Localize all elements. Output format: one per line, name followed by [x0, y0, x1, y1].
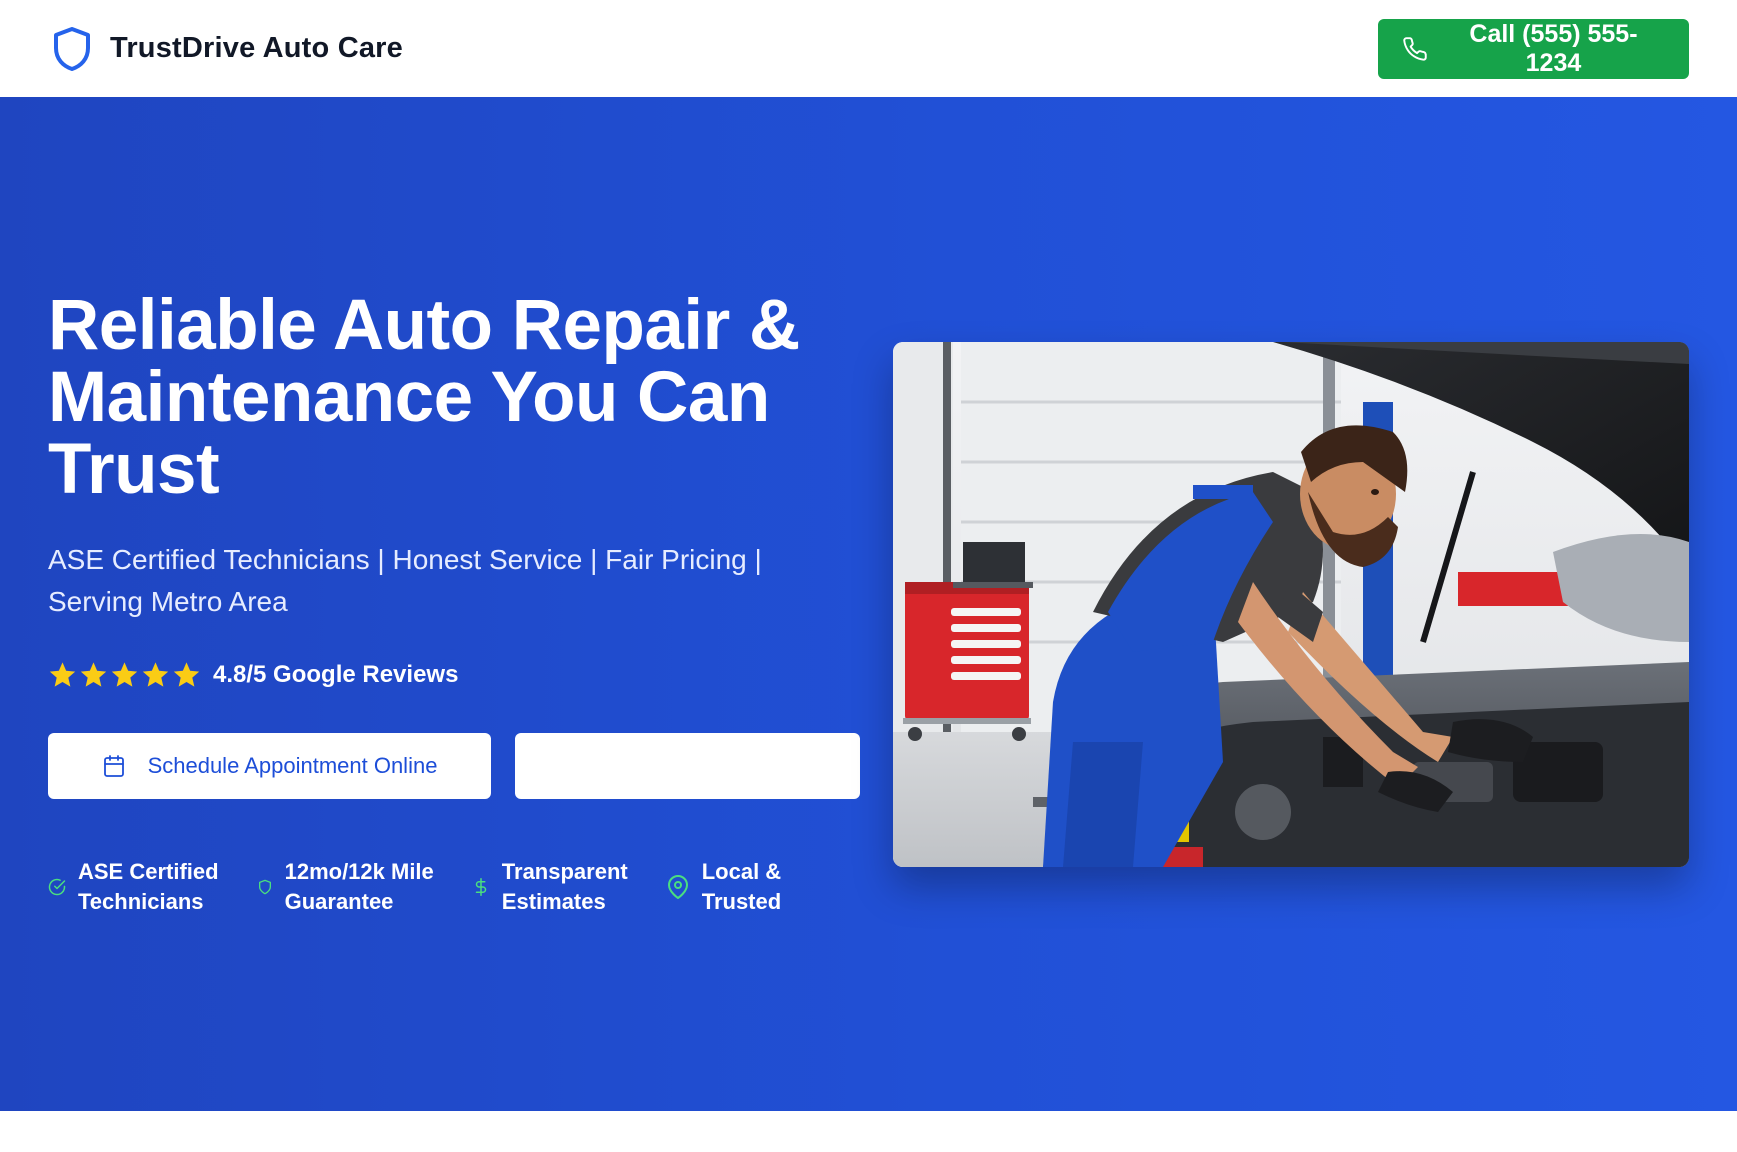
badge-line: Trusted — [701, 889, 782, 914]
star-icon — [80, 662, 107, 687]
badge-line: ASE Certified — [78, 859, 219, 884]
badge-line: Transparent — [501, 859, 628, 884]
badge-ase-certified: ASE Certified Technicians — [48, 857, 219, 917]
badge-text: Local & Trusted — [702, 857, 781, 917]
badge-line: 12mo/12k Mile — [284, 859, 434, 884]
hero-subtitle-line: ASE Certified Technicians | Honest Servi… — [48, 544, 762, 575]
hero-title: Reliable Auto Repair & Maintenance You C… — [48, 290, 868, 506]
badge-local-trusted: Local & Trusted — [666, 857, 781, 917]
calendar-icon — [103, 755, 124, 777]
cta-row: Schedule Appointment Online — [48, 733, 860, 799]
dollar-icon — [475, 878, 486, 896]
map-pin-icon — [667, 875, 688, 899]
star-icon — [111, 662, 138, 687]
call-button[interactable]: Call (555) 555-1234 — [1378, 18, 1689, 79]
schedule-appointment-label: Schedule Appointment Online — [147, 753, 438, 778]
call-button-label: Call (555) 555-1234 — [1469, 19, 1638, 77]
badge-transparent-estimates: Transparent Estimates — [472, 857, 628, 917]
rating: 4.8/5 Google Reviews — [48, 660, 458, 689]
phone-icon — [1403, 36, 1427, 61]
hero-subtitle-line: Serving Metro Area — [48, 586, 288, 617]
badge-line: Guarantee — [284, 889, 394, 914]
mechanic-illustration — [893, 342, 1689, 867]
shield-icon — [258, 879, 271, 895]
hero-title-line: Reliable Auto Repair & — [48, 286, 800, 365]
star-icon — [142, 662, 169, 687]
hero-title-line: Maintenance You Can — [48, 358, 770, 437]
badge-guarantee: 12mo/12k Mile Guarantee — [257, 857, 434, 917]
hero-mechanic-image — [893, 342, 1689, 867]
hero-subtitle: ASE Certified Technicians | Honest Servi… — [48, 539, 808, 623]
star-icon — [49, 662, 76, 687]
badge-text: ASE Certified Technicians — [78, 857, 219, 917]
brand-name: TrustDrive Auto Care — [110, 32, 403, 64]
shield-icon — [54, 26, 90, 71]
brand[interactable]: TrustDrive Auto Care — [52, 26, 403, 72]
secondary-cta-button[interactable] — [515, 733, 860, 799]
trust-badges: ASE Certified Technicians 12mo/12k Mile … — [48, 857, 781, 917]
hero-title-line: Trust — [48, 430, 220, 509]
badge-line: Estimates — [501, 889, 606, 914]
badge-line: Local & — [701, 859, 782, 884]
badge-text: 12mo/12k Mile Guarantee — [285, 857, 434, 917]
star-icon — [173, 662, 200, 687]
check-circle-icon — [48, 878, 66, 896]
hero-section: Reliable Auto Repair & Maintenance You C… — [0, 97, 1737, 1111]
site-header: TrustDrive Auto Care Call (555) 555-1234 — [0, 0, 1737, 97]
badge-line: Technicians — [78, 889, 204, 914]
badge-text: Transparent Estimates — [502, 857, 628, 917]
rating-text: 4.8/5 Google Reviews — [213, 660, 459, 688]
schedule-appointment-button[interactable]: Schedule Appointment Online — [48, 733, 491, 799]
star-rating — [48, 660, 201, 689]
